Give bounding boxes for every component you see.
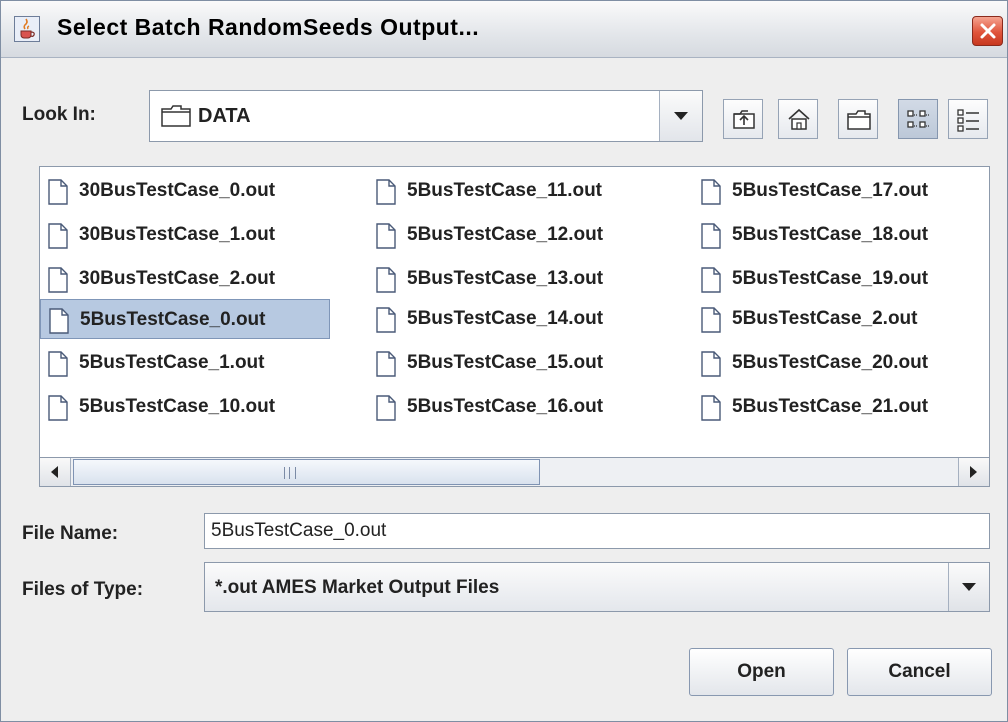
file-name: 5BusTestCase_14.out <box>407 308 604 329</box>
file-icon <box>699 395 723 426</box>
scroll-left-button[interactable] <box>40 458 71 486</box>
file-item[interactable]: 5BusTestCase_19.out <box>693 259 989 299</box>
scroll-thumb[interactable] <box>73 459 540 485</box>
file-item[interactable]: 30BusTestCase_1.out <box>40 215 330 255</box>
file-name-field[interactable] <box>204 513 990 549</box>
list-view-button[interactable] <box>898 99 938 139</box>
file-item[interactable]: 5BusTestCase_17.out <box>693 171 989 211</box>
file-name: 5BusTestCase_15.out <box>407 352 604 373</box>
file-name: 5BusTestCase_13.out <box>407 268 604 289</box>
file-name: 5BusTestCase_19.out <box>732 268 929 289</box>
file-icon <box>46 267 70 298</box>
files-of-type-dropdown[interactable]: *.out AMES Market Output Files <box>204 562 990 612</box>
home-icon <box>788 108 810 130</box>
file-name: 5BusTestCase_11.out <box>407 180 603 201</box>
new-folder-button[interactable] <box>838 99 878 139</box>
file-item[interactable]: 5BusTestCase_1.out <box>40 343 330 383</box>
file-icon <box>699 223 723 254</box>
files-of-type-value: *.out AMES Market Output Files <box>215 577 500 598</box>
file-icon <box>47 308 71 339</box>
close-icon <box>980 23 996 39</box>
file-icon <box>699 267 723 298</box>
file-item[interactable]: 5BusTestCase_21.out <box>693 387 989 427</box>
details-view-icon <box>957 109 979 132</box>
file-item[interactable]: 5BusTestCase_12.out <box>368 215 668 255</box>
scroll-right-button[interactable] <box>958 458 989 486</box>
file-icon <box>46 179 70 210</box>
file-item[interactable]: 5BusTestCase_0.out <box>40 299 330 339</box>
file-name: 5BusTestCase_21.out <box>732 396 929 417</box>
file-name: 5BusTestCase_2.out <box>732 308 918 329</box>
arrow-left-icon <box>51 466 58 478</box>
file-item[interactable]: 5BusTestCase_18.out <box>693 215 989 255</box>
file-icon <box>374 395 398 426</box>
file-name: 5BusTestCase_10.out <box>79 396 276 417</box>
file-icon <box>699 179 723 210</box>
file-name: 5BusTestCase_1.out <box>79 352 265 373</box>
java-cup-icon <box>14 16 40 42</box>
file-item[interactable]: 5BusTestCase_11.out <box>368 171 668 211</box>
file-icon <box>374 267 398 298</box>
new-folder-icon <box>847 110 871 130</box>
file-name: 5BusTestCase_16.out <box>407 396 604 417</box>
file-icon <box>374 307 398 338</box>
file-name: 30BusTestCase_0.out <box>79 180 276 201</box>
look-in-value: DATA <box>198 105 251 127</box>
file-item[interactable]: 5BusTestCase_13.out <box>368 259 668 299</box>
file-name: 30BusTestCase_2.out <box>79 268 276 289</box>
file-name: 5BusTestCase_20.out <box>732 352 929 373</box>
files-of-type-label: Files of Type: <box>22 579 144 600</box>
horizontal-scrollbar[interactable] <box>39 457 990 487</box>
file-icon <box>46 351 70 382</box>
file-icon <box>374 351 398 382</box>
file-icon <box>699 307 723 338</box>
file-icon <box>46 395 70 426</box>
file-icon <box>46 223 70 254</box>
file-icon <box>374 223 398 254</box>
file-item[interactable]: 5BusTestCase_15.out <box>368 343 668 383</box>
chevron-down-icon <box>674 112 688 120</box>
cancel-button[interactable]: Cancel <box>847 648 992 696</box>
file-name: 5BusTestCase_0.out <box>80 309 266 330</box>
dialog-title: Select Batch RandomSeeds Output... <box>57 14 480 40</box>
arrow-right-icon <box>970 466 977 478</box>
file-name: 5BusTestCase_17.out <box>732 180 929 201</box>
up-folder-icon <box>733 110 755 129</box>
close-button[interactable] <box>972 16 1003 46</box>
scroll-grip-icon <box>284 467 296 479</box>
title-bar[interactable]: Select Batch RandomSeeds Output... <box>1 1 1007 58</box>
open-button[interactable]: Open <box>689 648 834 696</box>
chevron-down-icon <box>962 583 976 591</box>
file-item[interactable]: 30BusTestCase_0.out <box>40 171 330 211</box>
file-item[interactable]: 5BusTestCase_10.out <box>40 387 330 427</box>
home-button[interactable] <box>778 99 818 139</box>
up-one-level-button[interactable] <box>723 99 763 139</box>
file-name: 30BusTestCase_1.out <box>79 224 276 245</box>
list-view-icon <box>907 110 930 128</box>
file-item[interactable]: 30BusTestCase_2.out <box>40 259 330 299</box>
look-in-dropdown[interactable]: DATA <box>149 90 703 142</box>
file-icon <box>699 351 723 382</box>
files-of-type-dropdown-button[interactable] <box>948 563 989 611</box>
look-in-label: Look In: <box>22 104 96 125</box>
details-view-button[interactable] <box>948 99 988 139</box>
look-in-dropdown-button[interactable] <box>659 91 702 141</box>
file-name: 5BusTestCase_12.out <box>407 224 604 245</box>
file-name-label: File Name: <box>22 523 119 544</box>
folder-icon <box>161 105 191 132</box>
file-item[interactable]: 5BusTestCase_20.out <box>693 343 989 383</box>
file-list[interactable]: 30BusTestCase_0.out 30BusTestCase_1.out 30… <box>39 166 990 487</box>
file-icon <box>374 179 398 210</box>
file-item[interactable]: 5BusTestCase_2.out <box>693 299 989 339</box>
file-item[interactable]: 5BusTestCase_14.out <box>368 299 668 339</box>
file-chooser-dialog: Select Batch RandomSeeds Output... Look … <box>0 0 1008 722</box>
file-name: 5BusTestCase_18.out <box>732 224 929 245</box>
file-item[interactable]: 5BusTestCase_16.out <box>368 387 668 427</box>
